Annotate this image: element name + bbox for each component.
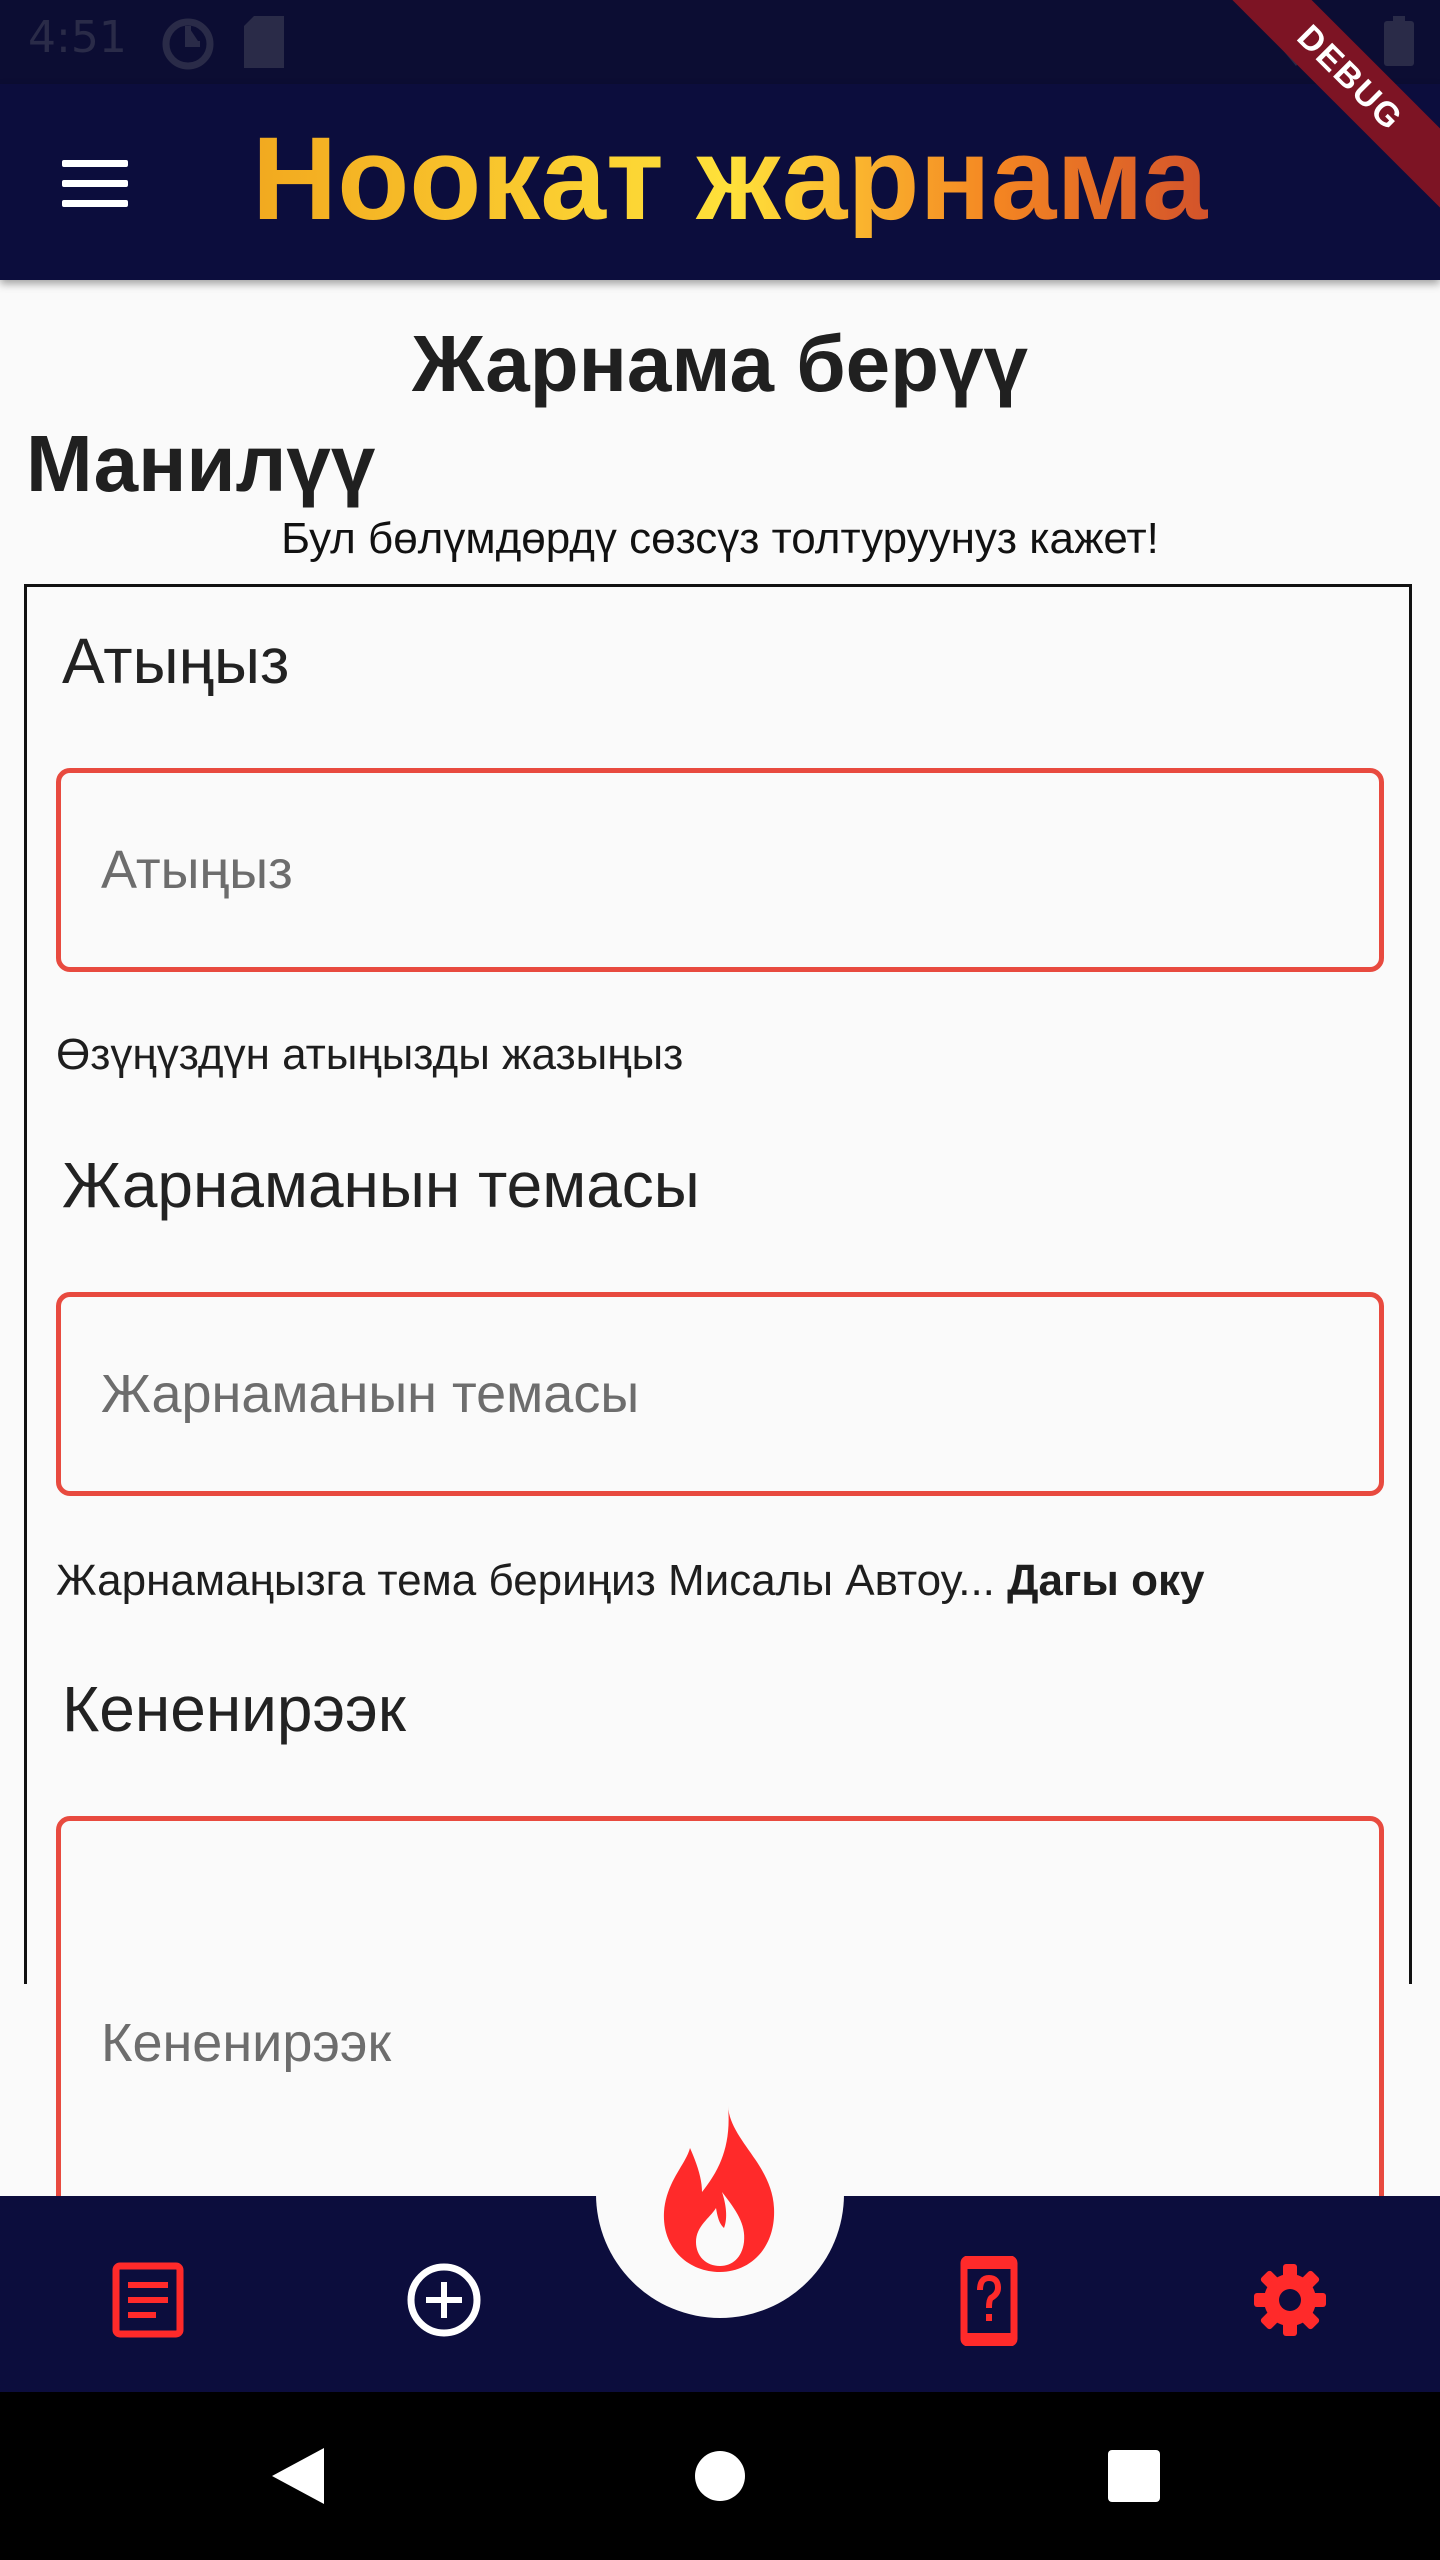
settings-gear-icon[interactable] — [1252, 2262, 1328, 2338]
page-title: Жарнама берүү — [411, 319, 1029, 408]
name-helper-text: Өзүңүздүн атыңызды жазыңыз — [56, 1030, 684, 1079]
topic-input[interactable] — [56, 1292, 1384, 1496]
section-title: Манилүү — [26, 419, 376, 508]
sd-card-icon — [244, 16, 284, 68]
hamburger-menu-icon[interactable] — [62, 160, 128, 208]
topic-helper-body: Жарнамаңызга тема бериңиз Мисалы Автоу..… — [56, 1556, 995, 1605]
name-input[interactable] — [56, 768, 1384, 972]
system-nav-bar — [0, 2392, 1440, 2560]
app-title: Ноокат жарнама — [252, 113, 1208, 245]
recents-icon[interactable] — [1108, 2450, 1160, 2502]
fire-icon[interactable] — [632, 2100, 808, 2276]
topic-label: Жарнаманын темасы — [62, 1149, 700, 1221]
add-circle-icon[interactable] — [406, 2262, 482, 2338]
phone-help-icon[interactable] — [956, 2256, 1028, 2346]
list-document-icon[interactable] — [110, 2262, 186, 2338]
name-label: Атыңыз — [62, 625, 290, 697]
battery-icon — [1384, 16, 1414, 66]
back-icon[interactable] — [270, 2446, 326, 2506]
required-note: Бул бөлүмдөрдү сөзсүз толтуруунуз кажет! — [281, 514, 1159, 563]
home-icon[interactable] — [694, 2450, 746, 2502]
status-bar: 4:51 — [0, 0, 1440, 84]
details-label: Кененирээк — [62, 1673, 406, 1745]
status-time: 4:51 — [28, 12, 127, 63]
topic-helper-text: Жарнамаңызга тема бериңиз Мисалы Автоу..… — [56, 1556, 1204, 1606]
read-more-link[interactable]: Дагы оку — [1007, 1556, 1204, 1605]
app-bar: Ноокат жарнама — [0, 84, 1440, 280]
app-notification-icon — [162, 18, 214, 70]
